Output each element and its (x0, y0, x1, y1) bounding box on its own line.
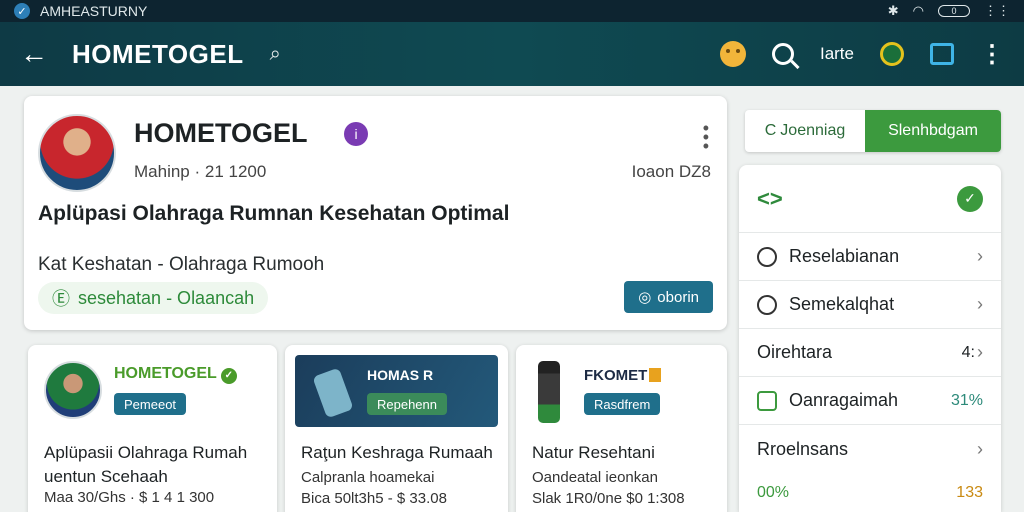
card-title: HOMETOGEL (134, 118, 308, 148)
panel-footer: 00% 133 (739, 473, 1001, 512)
card-subtitle: Calpranla hoamekai Bica 50lt3h5 - $ 33.0… (301, 469, 447, 507)
verified-badge-icon: i (344, 122, 368, 146)
card-chip[interactable]: Pemeeot (114, 393, 187, 415)
card-title: Raţun Keshraga Rumaah (301, 443, 493, 462)
avatar (38, 114, 116, 192)
panel-row-2[interactable]: Semekalqhat › (739, 281, 1001, 329)
box-icon[interactable] (930, 43, 954, 65)
wifi-icon: ◠ (912, 3, 924, 18)
chevron-right-icon: › (977, 246, 983, 266)
emoji-icon[interactable] (719, 41, 746, 67)
action-label[interactable]: Iarte (820, 44, 854, 64)
panel-row-1[interactable]: Reselabianan › (739, 233, 1001, 281)
tag-icon: Ⓔ (52, 289, 70, 309)
chevron-right-icon: › (977, 438, 983, 459)
banner-brand: HOMAS R (367, 367, 434, 383)
zoom-icon[interactable] (880, 42, 904, 66)
check-icon[interactable]: ✓ (957, 185, 983, 212)
product-card-3[interactable]: FKOMET Rasdfrem Natur Resehtani Oandeata… (516, 345, 727, 512)
product-card-2[interactable]: HOMAS R Repehenn Raţun Keshraga Rumaah C… (285, 345, 508, 512)
app-bar: ← HOMETOGEL ⌕ Iarte ⋮ (0, 22, 1024, 86)
tag-label: sesehatan - Olaancah (78, 287, 255, 308)
card-meta-right: Ioaon DZ8 (631, 162, 711, 181)
segmented-control: C Joenniag Slenhbdgam (745, 110, 1001, 152)
row-value: 4: (961, 343, 975, 361)
square-icon (757, 390, 777, 411)
featured-card[interactable]: HOMETOGEL i • • • Mahinp · 21 1200 Ioaon D… (24, 96, 727, 330)
back-arrow-icon[interactable]: ← (20, 38, 56, 70)
card-headline: Aplüpasi Olahraga Rumnan Kesehatan Optim… (38, 202, 510, 225)
segment-option-b[interactable]: Slenhbdgam (865, 110, 1001, 152)
status-bar: ✓ AMHEASTURNY ✱ ◠ 0 ⋮⋮ (0, 0, 1024, 22)
search-icon[interactable] (771, 43, 794, 65)
more-options-icon[interactable]: ⋮ (980, 40, 1004, 69)
status-more-icon: ⋮⋮ (984, 3, 1010, 18)
verified-icon: ✓ (220, 368, 237, 384)
chevron-right-icon: › (977, 294, 983, 314)
side-panel: <> ✓ Reselabianan › Semekalqhat › Oireht… (739, 165, 1001, 512)
card-brand: HOMETOGEL ✓ (114, 365, 237, 384)
brand-mark-icon (649, 368, 662, 382)
avatar (44, 361, 102, 419)
footer-left-value: 00% (757, 484, 790, 501)
product-banner: HOMAS R Repehenn (295, 355, 498, 427)
dot-circle-icon (757, 294, 777, 315)
title-search-icon[interactable]: ⌕ (270, 43, 281, 66)
panel-row-3[interactable]: Oirehtara 4: › (739, 329, 1001, 377)
panel-row-4[interactable]: Oanragaimah 31% (739, 377, 1001, 425)
row-percent: 31% (950, 391, 983, 409)
segment-option-a[interactable]: C Joenniag (745, 110, 865, 152)
card-title: Natur Resehtani (532, 443, 655, 462)
status-app-name: AMHEASTURNY (40, 3, 148, 19)
card-meta: Mahinp · 21 1200 (134, 162, 267, 181)
app-logo-icon: ✓ (14, 3, 30, 19)
category-tag[interactable]: Ⓔ sesehatan - Olaancah (38, 282, 269, 314)
card-menu-icon[interactable]: • • • (703, 119, 709, 155)
product-card-1[interactable]: HOMETOGEL ✓ Pemeeot Aplüpasii Olahraga Ru… (28, 345, 277, 512)
battery-icon: 0 (938, 5, 970, 17)
panel-header: <> ✓ (739, 165, 1001, 233)
circle-icon (757, 246, 777, 267)
banner-chip[interactable]: Repehenn (367, 393, 447, 415)
footer-right-value: 133 (956, 484, 983, 501)
app-title: HOMETOGEL (72, 38, 244, 69)
refresh-icon: C (764, 122, 777, 139)
bottle-image (538, 361, 560, 423)
open-button[interactable]: ◎ oborin (624, 281, 713, 313)
product-image (312, 367, 354, 419)
card-title: Aplüpasii Olahraga Rumah uentun Scehaah (44, 443, 248, 486)
bluetooth-icon: ✱ (887, 3, 899, 18)
card-subtitle: Kat Keshatan - Olahraga Rumooh (38, 254, 325, 275)
chevron-right-icon: › (977, 342, 983, 362)
diamond-icon: <> (757, 185, 783, 211)
card-subtitle: Oandeatal ieonkan Slak 1R0/0ne $0 1:308 (532, 469, 685, 507)
card-chip[interactable]: Rasdfrem (584, 393, 661, 415)
open-icon: ◎ (638, 289, 652, 306)
card-price: Maa 30/Ghs · $ 1 4 1 300 (44, 489, 215, 506)
panel-row-5[interactable]: Rroelnsans › (739, 425, 1001, 473)
open-button-label: oborin (657, 288, 699, 306)
card-brand: FKOMET (584, 367, 662, 384)
